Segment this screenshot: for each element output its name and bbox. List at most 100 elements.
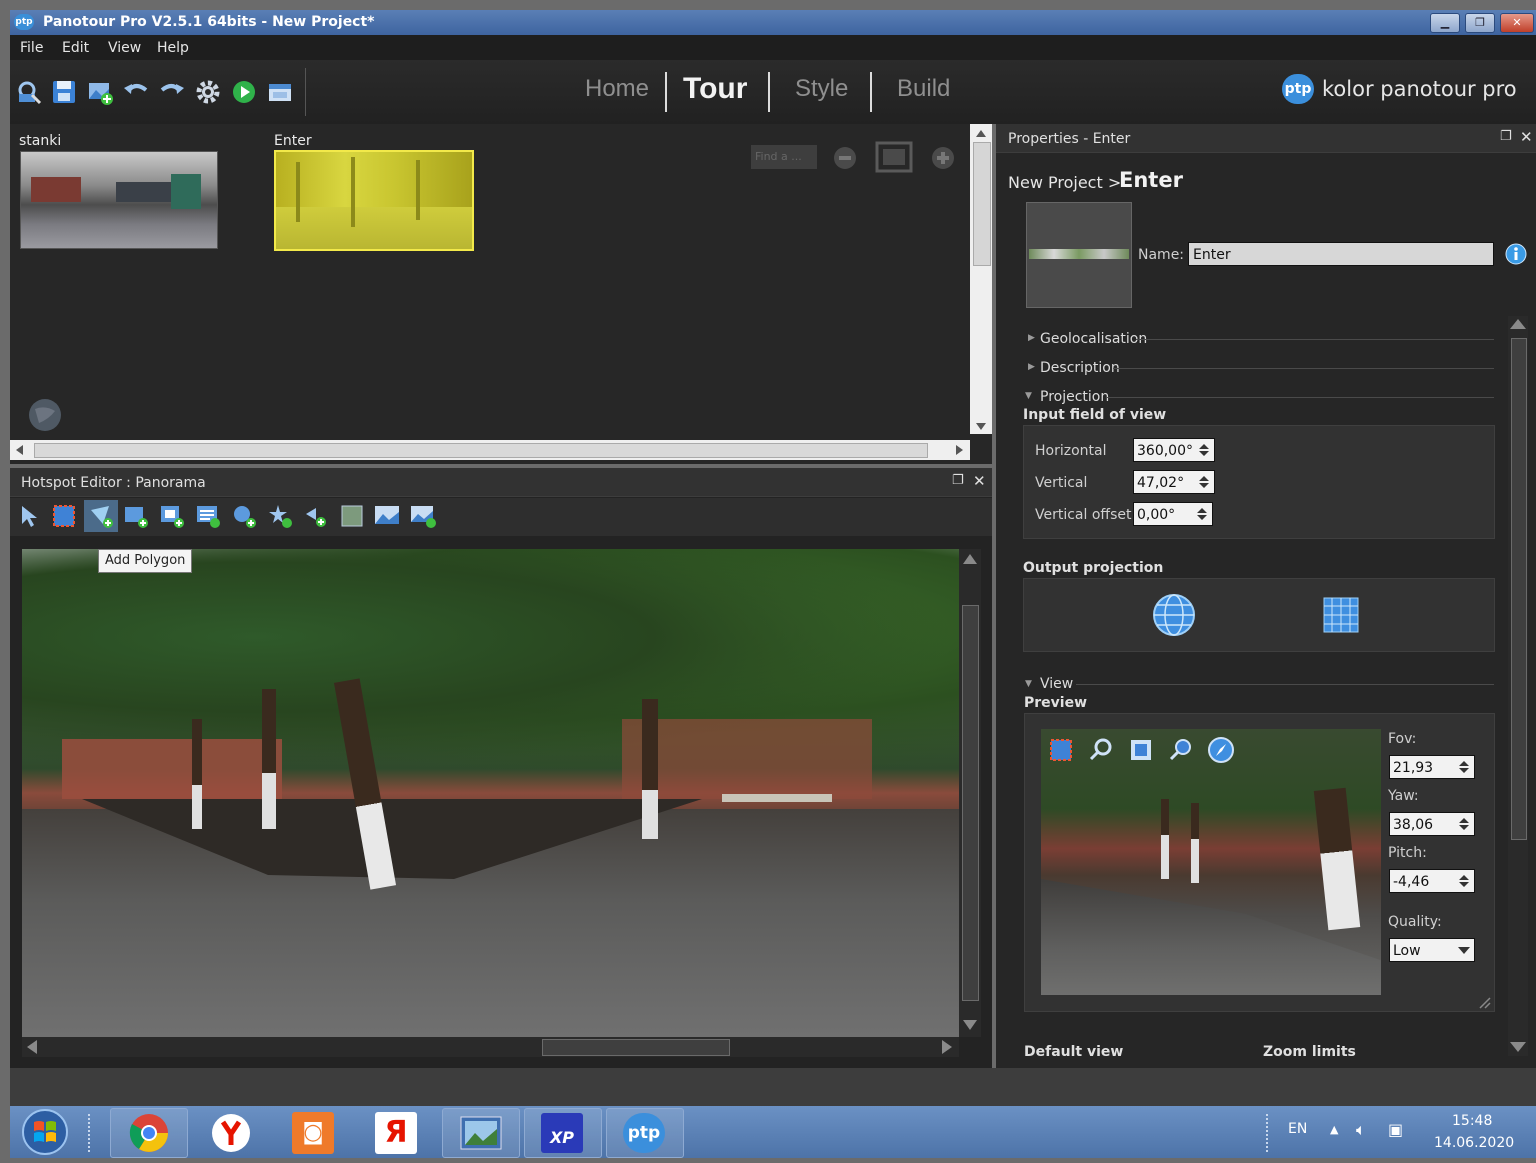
close-window-button[interactable]: ✕ bbox=[1500, 13, 1534, 33]
menu-edit[interactable]: Edit bbox=[62, 40, 89, 56]
spin-arrows-icon[interactable] bbox=[1195, 506, 1209, 522]
vertical-value: 47,02° bbox=[1137, 475, 1185, 491]
panorama-preview-thumbnail[interactable] bbox=[1026, 202, 1132, 308]
minimize-button[interactable]: ▁ bbox=[1430, 13, 1460, 33]
quality-select[interactable]: Low bbox=[1389, 938, 1475, 962]
breadcrumb-parent[interactable]: New Project > bbox=[1008, 173, 1121, 192]
name-input[interactable]: Enter bbox=[1188, 242, 1494, 266]
add-video-hotspot-icon[interactable] bbox=[158, 502, 186, 530]
vertical-spinbox[interactable]: 47,02° bbox=[1133, 470, 1215, 494]
float-panel-icon[interactable]: ❐ bbox=[952, 473, 964, 488]
name-label: Name: bbox=[1138, 247, 1185, 263]
close-panel-icon[interactable]: ✕ bbox=[1520, 128, 1533, 146]
add-landscape-hotspot-icon[interactable] bbox=[408, 502, 438, 530]
add-image-hotspot-icon[interactable] bbox=[122, 502, 150, 530]
horizontal-spinbox[interactable]: 360,00° bbox=[1133, 438, 1215, 462]
taskbar-chrome[interactable] bbox=[110, 1108, 188, 1158]
tab-tour[interactable]: Tour bbox=[683, 72, 747, 106]
add-polygon-button-active[interactable] bbox=[84, 500, 118, 532]
preview-viewport[interactable] bbox=[1041, 729, 1381, 995]
menu-file[interactable]: File bbox=[20, 40, 43, 56]
open-project-icon[interactable] bbox=[15, 78, 43, 106]
panorama-vertical-scrollbar[interactable] bbox=[959, 549, 981, 1037]
show-hidden-icons-icon[interactable]: ▲ bbox=[1330, 1123, 1338, 1136]
panorama-thumbnail-stanki[interactable] bbox=[20, 151, 218, 249]
fov-spinbox[interactable]: 21,93 bbox=[1389, 755, 1475, 779]
yandex-browser-icon[interactable] bbox=[210, 1112, 252, 1154]
rect-select-icon[interactable] bbox=[50, 502, 78, 530]
flat-projection-icon[interactable] bbox=[1321, 595, 1361, 635]
hotspot-editor-title: Hotspot Editor : Panorama bbox=[21, 475, 206, 491]
play-preview-icon[interactable] bbox=[230, 78, 258, 106]
undo-icon[interactable] bbox=[122, 78, 150, 106]
globe-map-icon[interactable] bbox=[27, 397, 63, 433]
properties-vertical-scrollbar[interactable] bbox=[1508, 316, 1528, 1056]
save-icon[interactable] bbox=[50, 78, 78, 106]
pitch-spinbox[interactable]: -4,46 bbox=[1389, 869, 1475, 893]
add-point-hotspot-icon[interactable] bbox=[230, 502, 258, 530]
zoom-in-icon[interactable] bbox=[930, 145, 956, 171]
yandex-icon[interactable]: Я bbox=[375, 1112, 417, 1154]
landscape-hotspot-icon[interactable] bbox=[372, 502, 402, 530]
tab-build[interactable]: Build bbox=[897, 75, 950, 103]
spherical-projection-icon[interactable] bbox=[1151, 592, 1197, 638]
screenshot-app-icon[interactable]: ◙ bbox=[292, 1112, 334, 1154]
spin-arrows-icon[interactable] bbox=[1197, 442, 1211, 458]
close-panel-icon[interactable]: ✕ bbox=[973, 472, 986, 490]
clock-time[interactable]: 15:48 bbox=[1452, 1113, 1492, 1129]
vertical-offset-spinbox[interactable]: 0,00° bbox=[1133, 502, 1213, 526]
preview-frame-icon[interactable] bbox=[1127, 736, 1155, 764]
compass-icon[interactable] bbox=[1207, 736, 1235, 764]
spin-arrows-icon[interactable] bbox=[1457, 816, 1471, 832]
panorama-horizontal-scrollbar[interactable] bbox=[22, 1037, 959, 1057]
tour-horizontal-scrollbar[interactable] bbox=[10, 440, 970, 460]
select-tool-icon[interactable] bbox=[16, 502, 44, 530]
main-toolbar: Home Tour Style Build ptp kolor panotour… bbox=[10, 60, 1536, 124]
tab-style[interactable]: Style bbox=[795, 75, 848, 103]
taskbar-image-viewer[interactable] bbox=[442, 1108, 520, 1158]
info-icon[interactable] bbox=[1505, 243, 1527, 265]
tab-home[interactable]: Home bbox=[585, 75, 649, 103]
section-projection[interactable]: Projection bbox=[1040, 389, 1109, 405]
network-icon[interactable]: ▣ bbox=[1388, 1120, 1403, 1139]
hotspot-frame-icon[interactable] bbox=[338, 502, 366, 530]
redo-icon[interactable] bbox=[158, 78, 186, 106]
fit-view-icon[interactable] bbox=[874, 140, 914, 174]
resize-grip-icon[interactable] bbox=[1477, 995, 1491, 1009]
menu-help[interactable]: Help bbox=[157, 40, 189, 56]
horizontal-value: 360,00° bbox=[1137, 443, 1193, 459]
preview-search-icon[interactable] bbox=[1167, 736, 1195, 764]
float-panel-icon[interactable]: ❐ bbox=[1500, 129, 1512, 144]
spin-arrows-icon[interactable] bbox=[1457, 873, 1471, 889]
add-text-hotspot-icon[interactable] bbox=[194, 502, 222, 530]
section-view[interactable]: View bbox=[1040, 676, 1073, 692]
clock-date[interactable]: 14.06.2020 bbox=[1434, 1135, 1514, 1151]
language-indicator[interactable]: EN bbox=[1288, 1121, 1307, 1137]
chevron-down-icon[interactable] bbox=[1457, 942, 1471, 958]
add-arrow-hotspot-icon[interactable] bbox=[302, 502, 330, 530]
panorama-label-enter: Enter bbox=[274, 133, 312, 149]
taskbar-xp-app[interactable]: XP bbox=[524, 1108, 602, 1158]
panorama-thumbnail-enter[interactable] bbox=[274, 150, 474, 251]
windows-taskbar: ◙ Я XP ptp EN ▲ 🔈︎ ▣ 15:48 14.06.2020 bbox=[10, 1106, 1536, 1158]
find-panorama-input[interactable]: Find a ... bbox=[751, 145, 817, 169]
publish-folder-icon[interactable] bbox=[266, 78, 294, 106]
menu-view[interactable]: View bbox=[108, 40, 141, 56]
preview-select-icon[interactable] bbox=[1047, 736, 1075, 764]
zoom-out-icon[interactable] bbox=[832, 145, 858, 171]
section-description[interactable]: Description bbox=[1040, 360, 1120, 376]
tour-vertical-scrollbar[interactable] bbox=[970, 124, 992, 434]
spin-arrows-icon[interactable] bbox=[1457, 759, 1471, 775]
settings-gear-icon[interactable] bbox=[194, 78, 222, 106]
windows-start-icon[interactable] bbox=[20, 1108, 70, 1156]
restore-button[interactable]: ❐ bbox=[1465, 13, 1495, 33]
yaw-spinbox[interactable]: 38,06 bbox=[1389, 812, 1475, 836]
taskbar-panotour[interactable]: ptp bbox=[606, 1108, 684, 1158]
spin-arrows-icon[interactable] bbox=[1197, 474, 1211, 490]
section-geolocalisation[interactable]: Geolocalisation bbox=[1040, 331, 1147, 347]
add-star-hotspot-icon[interactable] bbox=[266, 502, 294, 530]
volume-icon[interactable]: 🔈︎ bbox=[1356, 1120, 1366, 1140]
preview-zoom-icon[interactable] bbox=[1087, 736, 1115, 764]
add-panorama-icon[interactable] bbox=[86, 78, 114, 106]
panorama-viewport[interactable] bbox=[22, 549, 959, 1037]
